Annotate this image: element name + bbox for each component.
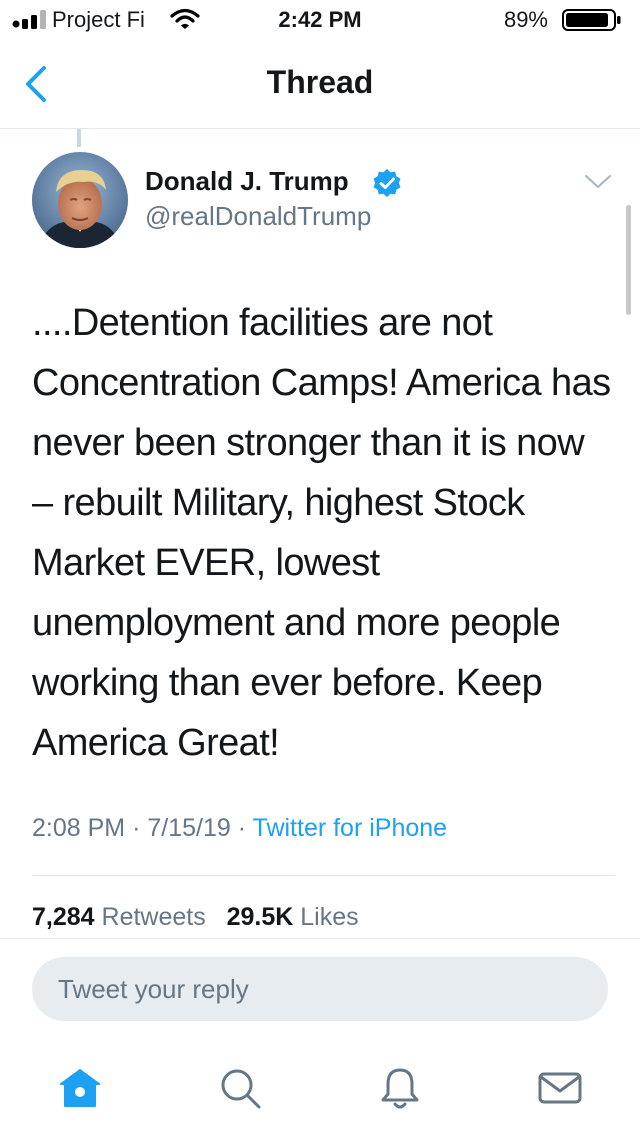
home-icon[interactable] — [56, 1064, 104, 1112]
avatar[interactable] — [32, 152, 128, 248]
reply-placeholder: Tweet your reply — [58, 974, 249, 1004]
tweet-source-link[interactable]: Twitter for iPhone — [253, 814, 448, 842]
tweet-meta: 2:08 PM · 7/15/19 · Twitter for iPhone — [32, 814, 447, 843]
thread-connector-line — [77, 129, 81, 147]
retweets-count: 7,284 — [32, 903, 95, 931]
tweet-text: ....Detention facilities are not Concent… — [32, 302, 611, 764]
tweet-stats: 7,284 Retweets 29.5K Likes — [32, 903, 359, 932]
nav-header: Thread — [0, 40, 640, 129]
likes-count: 29.5K — [226, 903, 294, 931]
author-handle[interactable]: @realDonaldTrump — [145, 201, 371, 232]
battery-percent: 89% — [503, 7, 548, 32]
retweets-stat[interactable]: 7,284 Retweets — [32, 903, 206, 931]
meta-separator: · — [132, 814, 141, 842]
scrollbar[interactable] — [626, 205, 631, 315]
tweet-date: 7/15/19 — [147, 814, 231, 842]
author-name[interactable]: Donald J. Trump — [145, 166, 349, 197]
status-bar: Project Fi 2:42 PM 89% — [0, 0, 640, 40]
page-title: Thread — [266, 64, 374, 100]
bell-icon[interactable] — [376, 1064, 424, 1112]
avatar-image — [32, 152, 128, 248]
likes-stat[interactable]: 29.5K Likes — [227, 903, 359, 931]
search-icon[interactable] — [216, 1064, 264, 1112]
likes-label: Likes — [300, 903, 359, 931]
battery-icon — [562, 9, 621, 31]
verified-badge-icon — [373, 169, 401, 197]
divider — [32, 875, 616, 876]
chevron-down-icon[interactable] — [584, 172, 612, 192]
reply-input[interactable]: Tweet your reply — [32, 957, 608, 1021]
meta-separator: · — [237, 814, 247, 842]
mail-icon[interactable] — [536, 1064, 584, 1112]
retweets-label: Retweets — [101, 903, 206, 931]
divider — [0, 938, 640, 939]
tweet-time: 2:08 PM — [32, 814, 126, 842]
